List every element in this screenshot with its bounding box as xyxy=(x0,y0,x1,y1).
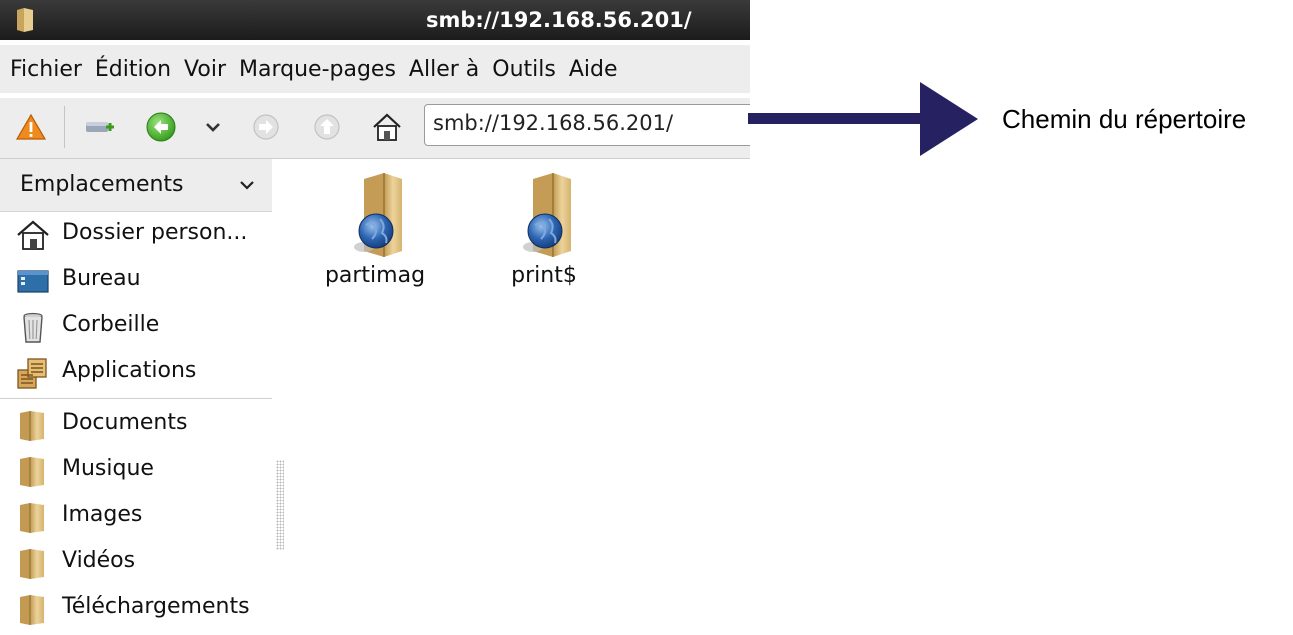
sidebar-item-label: Corbeille xyxy=(62,312,160,337)
sidebar-item-label: Téléchargements xyxy=(62,594,250,619)
sidebar-header-label: Emplacements xyxy=(20,172,184,197)
menu-edition[interactable]: Édition xyxy=(95,57,171,82)
up-icon[interactable] xyxy=(310,110,344,144)
sidebar-item-applications[interactable]: Applications xyxy=(0,350,272,394)
sidebar-item-label: Images xyxy=(62,502,143,527)
menu-fichier[interactable]: Fichier xyxy=(10,57,82,82)
file-item-partimag[interactable]: partimag xyxy=(310,169,440,299)
file-item-label: print$ xyxy=(511,263,577,288)
home-icon[interactable] xyxy=(370,110,404,144)
new-tab-icon[interactable] xyxy=(82,110,116,144)
sidebar-item-label: Documents xyxy=(62,410,188,435)
file-item-print[interactable]: print$ xyxy=(479,169,609,299)
menu-bar: Fichier Édition Voir Marque-pages Aller … xyxy=(0,45,750,93)
sidebar-item-corbeille[interactable]: Corbeille xyxy=(0,304,272,348)
home-icon xyxy=(17,220,49,250)
network-share-icon xyxy=(523,173,571,257)
annotation-label: Chemin du répertoire xyxy=(1002,104,1247,134)
sidebar-divider xyxy=(0,398,272,399)
folder-icon xyxy=(17,8,33,32)
sidebar-item-label: Dossier person... xyxy=(62,220,248,245)
sidebar-item-bureau[interactable]: Bureau xyxy=(0,258,272,302)
toolbar: smb://192.168.56.201/ xyxy=(0,98,750,159)
sidebar-list: Dossier person... Bureau Corbeille Appli… xyxy=(0,212,272,635)
sidebar-places-dropdown[interactable]: Emplacements xyxy=(0,159,272,212)
sidebar-item-home[interactable]: Dossier person... xyxy=(0,212,272,256)
sidebar-item-images[interactable]: Images xyxy=(0,494,272,538)
folder-icon xyxy=(20,411,44,441)
annotation-arrow xyxy=(748,82,978,156)
location-input[interactable]: smb://192.168.56.201/ xyxy=(424,104,750,146)
chevron-down-icon xyxy=(240,181,254,190)
file-item-label: partimag xyxy=(324,263,426,288)
window-title: smb://192.168.56.201/ xyxy=(426,8,692,32)
folder-icon xyxy=(20,549,44,579)
folder-icon xyxy=(20,457,44,487)
folder-icon xyxy=(20,595,44,625)
history-dropdown-icon[interactable] xyxy=(196,110,230,144)
menu-aller-a[interactable]: Aller à xyxy=(409,57,479,82)
forward-icon[interactable] xyxy=(249,110,283,144)
toolbar-separator xyxy=(64,106,65,148)
menu-outils[interactable]: Outils xyxy=(492,57,556,82)
file-view: partimag print$ xyxy=(286,159,750,635)
sidebar-item-label: Musique xyxy=(62,456,154,481)
sidebar-item-telechargements[interactable]: Téléchargements xyxy=(0,586,272,630)
applications-icon xyxy=(17,358,47,389)
network-share-icon xyxy=(354,173,402,257)
file-manager-window: smb://192.168.56.201/ Fichier Édition Vo… xyxy=(0,0,750,635)
sidebar-item-videos[interactable]: Vidéos xyxy=(0,540,272,584)
sidebar-item-label: Vidéos xyxy=(62,548,136,573)
sidebar-item-documents[interactable]: Documents xyxy=(0,402,272,446)
pane-resize-handle[interactable] xyxy=(276,460,284,550)
back-icon[interactable] xyxy=(144,110,178,144)
sidebar-item-label: Applications xyxy=(62,358,197,383)
sidebar: Emplacements Dossier person... Bureau Co… xyxy=(0,159,272,635)
menu-voir[interactable]: Voir xyxy=(184,57,226,82)
trash-icon xyxy=(23,312,43,343)
warning-icon[interactable] xyxy=(14,110,48,144)
menu-aide[interactable]: Aide xyxy=(569,57,618,82)
sidebar-item-musique[interactable]: Musique xyxy=(0,448,272,492)
sidebar-item-label: Bureau xyxy=(62,266,141,291)
menu-marque-pages[interactable]: Marque-pages xyxy=(239,57,396,82)
folder-icon xyxy=(20,503,44,533)
desktop-icon xyxy=(17,270,49,293)
title-bar[interactable]: smb://192.168.56.201/ xyxy=(0,0,750,40)
